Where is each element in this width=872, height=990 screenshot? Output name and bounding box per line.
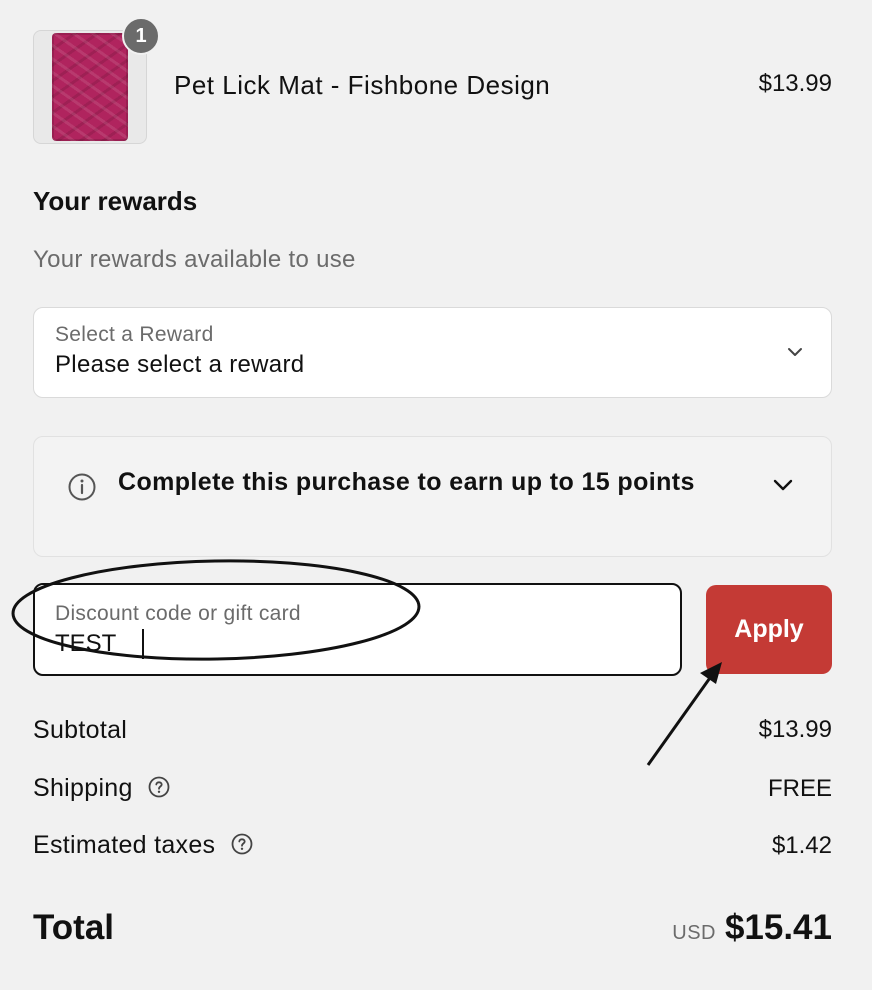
shipping-label-text: Shipping <box>33 774 133 802</box>
lick-mat-image <box>52 33 128 141</box>
currency-code: USD <box>672 922 716 944</box>
rewards-subtext: Your rewards available to use <box>33 246 356 273</box>
subtotal-value: $13.99 <box>758 716 832 743</box>
subtotal-label: Subtotal <box>33 716 128 744</box>
shipping-value: FREE <box>767 775 832 802</box>
rewards-heading: Your rewards <box>33 186 198 216</box>
info-icon <box>68 473 96 501</box>
help-icon[interactable] <box>231 833 253 855</box>
taxes-value: $1.42 <box>771 832 832 859</box>
total-value: $15.41 <box>724 908 832 947</box>
annotation-arrow-line <box>646 674 714 766</box>
reward-select[interactable]: Select a Reward Please select a reward <box>33 307 832 398</box>
text-cursor <box>142 629 144 659</box>
chevron-down-icon <box>788 348 802 356</box>
help-icon[interactable] <box>148 776 170 798</box>
taxes-label: Estimated taxes <box>33 831 253 860</box>
earn-points-message: Complete this purchase to earn up to 15 … <box>118 468 695 496</box>
chevron-down-icon <box>773 479 793 491</box>
discount-code-label: Discount code or gift card <box>55 602 301 625</box>
reward-select-value: Please select a reward <box>55 351 305 378</box>
reward-select-label: Select a Reward <box>55 323 214 346</box>
discount-code-value: TEST <box>55 630 117 657</box>
total-label: Total <box>33 908 115 947</box>
quantity-badge: 1 <box>122 17 160 55</box>
shipping-label: Shipping <box>33 774 170 803</box>
product-price: $13.99 <box>758 70 832 97</box>
apply-discount-button[interactable]: Apply <box>706 585 832 674</box>
earn-points-disclosure[interactable]: Complete this purchase to earn up to 15 … <box>33 436 832 557</box>
taxes-label-text: Estimated taxes <box>33 831 216 859</box>
discount-code-field[interactable]: Discount code or gift card TEST <box>33 583 682 676</box>
product-name: Pet Lick Mat - Fishbone Design <box>174 70 551 100</box>
